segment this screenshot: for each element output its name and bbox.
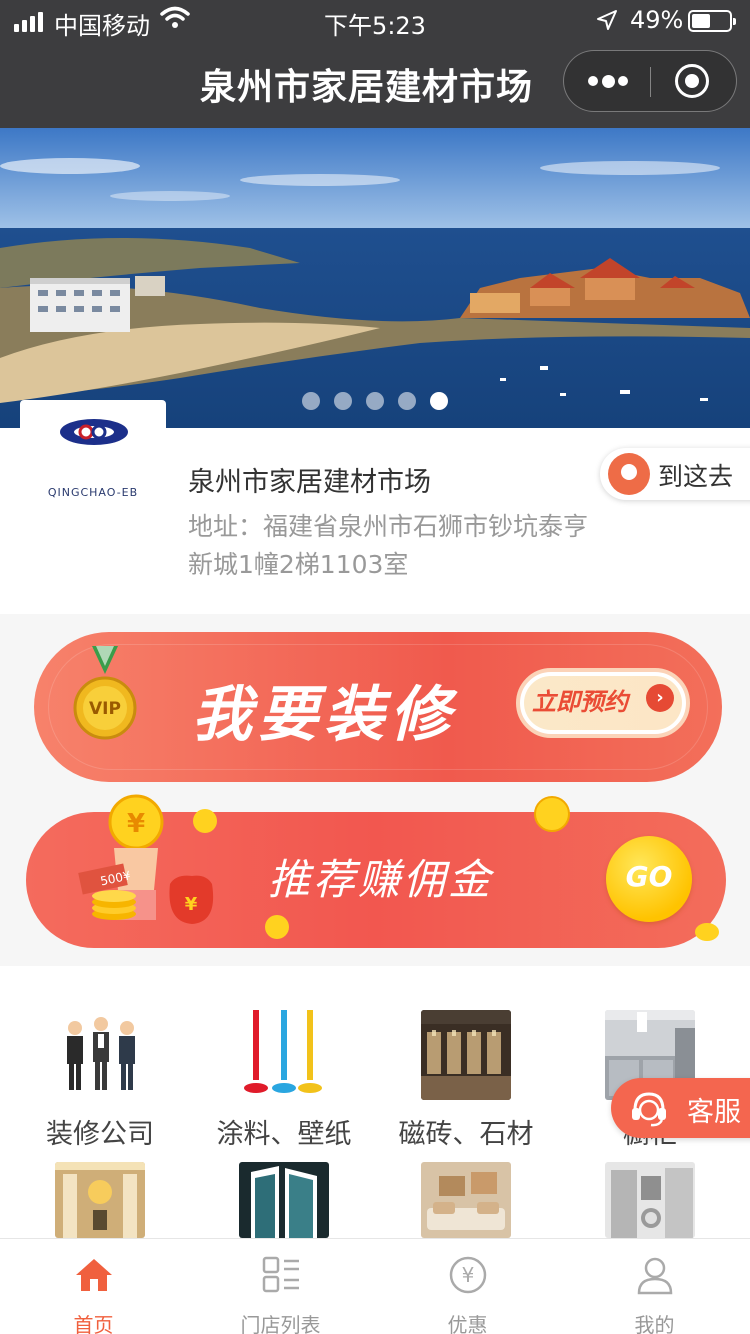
home-icon [76, 1259, 112, 1291]
user-icon [637, 1257, 673, 1295]
tab-home[interactable]: 首页 [0, 1239, 187, 1334]
category-label: 涂料、壁纸 [216, 1119, 352, 1150]
category-soft-furnishing[interactable] [376, 1162, 556, 1238]
carousel-dot[interactable] [302, 392, 320, 410]
tab-discounts[interactable]: ¥ 优惠 [374, 1239, 561, 1334]
book-now-label: 立即预约 [532, 688, 628, 716]
coin-icon [193, 809, 217, 833]
appliance-icon [605, 1162, 695, 1238]
carousel-dot[interactable] [398, 392, 416, 410]
shop-logo [20, 400, 166, 500]
tab-label: 优惠 [447, 1313, 488, 1334]
vip-badge-text: VIP [89, 699, 121, 719]
category-paint-wallpaper[interactable]: 涂料、壁纸 [194, 1010, 374, 1151]
category-lighting-furniture[interactable] [10, 1162, 190, 1238]
tile-showroom-icon [421, 1010, 511, 1100]
svg-text:¥: ¥ [185, 894, 198, 915]
referral-promo-title: 推荐赚佣金 [268, 855, 494, 904]
referral-promo-banner[interactable]: ¥ 500¥ ¥ 推荐赚佣金 GO [0, 794, 750, 966]
category-appliances[interactable] [560, 1162, 740, 1238]
money-hand-icon: ¥ 500¥ ¥ [78, 794, 214, 924]
coin-icon [534, 796, 570, 832]
carousel-indicator [302, 392, 448, 410]
headset-icon [632, 1092, 666, 1127]
coin-icon [695, 923, 719, 941]
navigate-label: 到这去 [658, 462, 734, 491]
carousel-dot-active[interactable] [430, 392, 448, 410]
tab-label: 首页 [73, 1313, 114, 1334]
vip-medal-icon: VIP [73, 646, 137, 740]
more-menu-icon[interactable] [588, 73, 628, 89]
carousel-dot[interactable] [334, 392, 352, 410]
close-miniprogram-icon[interactable] [675, 64, 709, 98]
tab-store-list[interactable]: 门店列表 [187, 1239, 374, 1334]
category-tile-stone[interactable]: 磁砖、石材 [376, 1010, 556, 1151]
banner-carousel[interactable] [0, 128, 750, 428]
banner-image [0, 128, 750, 428]
shop-logo-text: QINGCHAO-EB [47, 486, 139, 499]
tab-label: 门店列表 [240, 1313, 321, 1334]
yen-coupon-icon: ¥ [449, 1256, 487, 1294]
shop-name: 泉州市家居建材市场 [188, 467, 431, 498]
customer-service-label: 客服 [687, 1097, 741, 1128]
category-label: 磁砖、石材 [398, 1119, 534, 1150]
tab-mine[interactable]: 我的 [561, 1239, 748, 1334]
top-bar: 中国移动 下午5:23 49% 泉州市家居建材市场 [0, 0, 750, 128]
capsule-divider [650, 67, 651, 97]
decorate-promo-title: 我要装修 [192, 680, 456, 750]
book-now-button[interactable]: 立即预约 › [516, 668, 690, 738]
navigate-button[interactable]: 到这去 [600, 448, 750, 500]
status-bar: 中国移动 下午5:23 49% [0, 0, 750, 40]
miniprogram-capsule [563, 50, 737, 112]
decorate-promo-banner[interactable]: VIP 我要装修 立即预约 › [0, 614, 750, 794]
store-list-icon [262, 1256, 299, 1293]
go-button[interactable]: GO [606, 836, 692, 922]
chevron-right-icon: › [646, 684, 674, 712]
page-title: 泉州市家居建材市场 [200, 67, 534, 108]
window-door-icon [239, 1162, 329, 1238]
shop-info-card: QINGCHAO-EB 泉州市家居建材市场 地址：福建省泉州市石狮市钞坑泰亨新城… [0, 400, 750, 614]
paint-drip-icon [239, 1010, 329, 1100]
go-label: GO [625, 860, 673, 893]
location-pin-icon [608, 453, 650, 495]
category-doors-windows[interactable] [194, 1162, 374, 1238]
qingchao-logo-icon [60, 419, 128, 445]
category-label: 装修公司 [46, 1119, 154, 1150]
category-decoration-company[interactable]: 装修公司 [10, 1010, 190, 1151]
svg-text:¥: ¥ [462, 1263, 475, 1287]
coin-icon [265, 915, 289, 939]
location-arrow-icon [597, 10, 617, 30]
battery-percent: 49% [630, 6, 684, 34]
carousel-dot[interactable] [366, 392, 384, 410]
business-people-icon [55, 1010, 145, 1100]
bottom-tab-bar: 首页 门店列表 ¥ 优惠 我的 [0, 1238, 750, 1334]
customer-service-button[interactable]: 客服 [611, 1078, 750, 1138]
living-room-icon [421, 1162, 511, 1238]
shop-address: 地址：福建省泉州市石狮市钞坑泰亨新城1幢2梯1103室 [188, 512, 589, 579]
tab-label: 我的 [634, 1313, 675, 1334]
chandelier-room-icon [55, 1162, 145, 1238]
battery-icon [688, 10, 736, 32]
svg-text:¥: ¥ [127, 809, 145, 839]
